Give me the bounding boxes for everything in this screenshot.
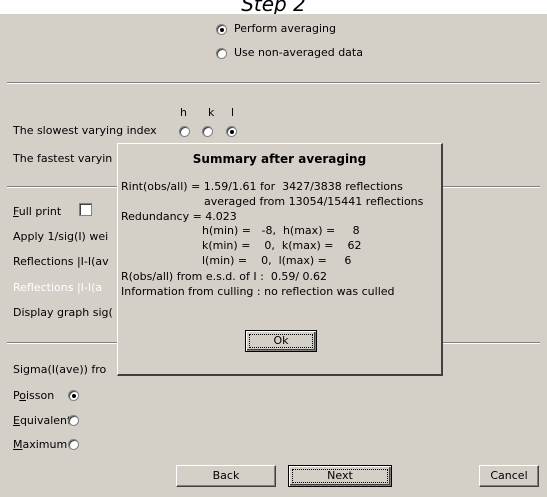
dialog-l-range-line: l(min) = 0, l(max) = 6 (202, 254, 352, 267)
column-l-label: l (231, 106, 235, 119)
ok-focus-ring (249, 334, 313, 348)
slowest-h-radio[interactable] (179, 126, 190, 137)
slowest-index-label: The slowest varying index (13, 124, 157, 137)
next-focus-ring (292, 469, 388, 483)
maximum-label: Maximum (13, 438, 68, 451)
fastest-index-label: The fastest varyin (13, 152, 113, 165)
use-non-averaged-label: Use non-averaged data (234, 46, 363, 59)
full-print-label: Full print (13, 205, 62, 218)
dialog-r-esd-line: R(obs/all) from e.s.d. of I : 0.59/ 0.62 (121, 270, 328, 283)
step-title-banner: Step 2 (0, 0, 547, 14)
column-h-label: h (180, 106, 187, 119)
cancel-button[interactable]: Cancel (479, 465, 539, 487)
perform-averaging-radio[interactable] (216, 24, 227, 35)
reflections-disabled-label: Reflections |I-I(a (13, 281, 103, 294)
poisson-radio[interactable] (68, 390, 79, 401)
column-k-label: k (208, 106, 215, 119)
equivalents-radio[interactable] (68, 415, 79, 426)
slowest-l-radio[interactable] (226, 126, 237, 137)
apply-weights-label: Apply 1/sig(I) wei (13, 230, 109, 243)
slowest-k-radio[interactable] (202, 126, 213, 137)
display-graph-label: Display graph sig( (13, 306, 113, 319)
use-non-averaged-radio[interactable] (216, 48, 227, 59)
summary-dialog: Summary after averaging Rint(obs/all) = … (117, 143, 443, 376)
poisson-label: Poisson (13, 389, 55, 402)
dialog-culling-line: Information from culling : no reflection… (121, 285, 395, 298)
next-button[interactable]: Next (288, 465, 392, 487)
separator-1 (7, 82, 540, 84)
dialog-averaged-line: averaged from 13054/15441 reflections (204, 195, 424, 208)
step-title: Step 2 (241, 0, 306, 14)
dialog-h-range-line: h(min) = -8, h(max) = 8 (202, 224, 360, 237)
full-print-checkbox[interactable] (79, 203, 92, 216)
dialog-k-range-line: k(min) = 0, k(max) = 62 (202, 239, 362, 252)
ok-button[interactable]: Ok (245, 330, 317, 352)
dialog-rint-line: Rint(obs/all) = 1.59/1.61 for 3427/3838 … (121, 180, 403, 193)
reflections-label: Reflections |I-I(av (13, 255, 109, 268)
back-button[interactable]: Back (176, 465, 276, 487)
wizard-window: Step 2 Perform averaging Use non-average… (0, 0, 547, 497)
maximum-radio[interactable] (68, 439, 79, 450)
perform-averaging-label: Perform averaging (234, 22, 336, 35)
dialog-title: Summary after averaging (192, 152, 367, 166)
sigma-header: Sigma(I(ave)) fro (13, 363, 107, 376)
dialog-redundancy-line: Redundancy = 4.023 (121, 210, 237, 223)
